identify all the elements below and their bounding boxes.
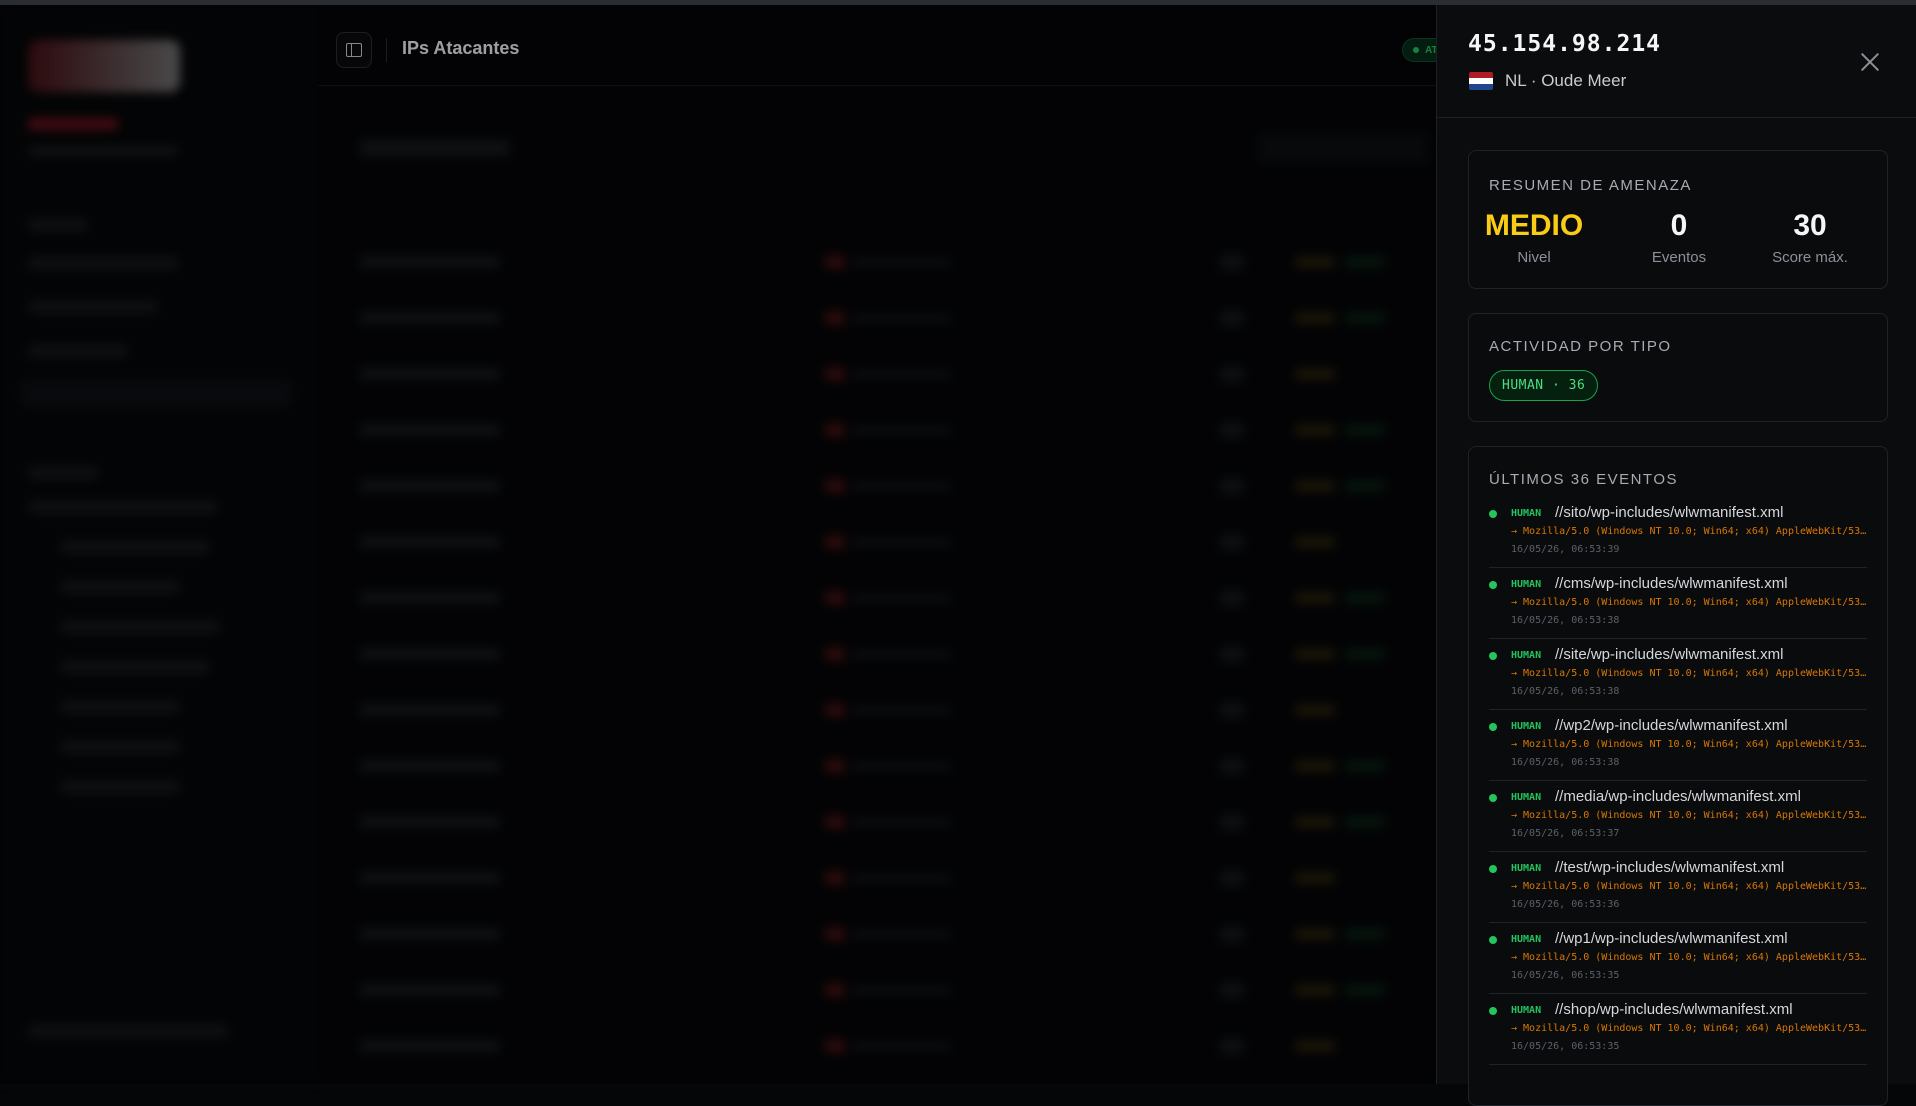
threat-level-stat: MEDIO Nivel xyxy=(1469,209,1599,266)
status-dot-icon xyxy=(1489,794,1497,802)
event-row[interactable]: HUMAN //wp2/wp-includes/wlwmanifest.xml → … xyxy=(1489,710,1867,781)
event-kind: HUMAN xyxy=(1511,1005,1542,1016)
location-text: NL · Oude Meer xyxy=(1505,71,1627,90)
modal-overlay[interactable] xyxy=(0,0,1436,1084)
drawer-header: 45.154.98.214 NL · Oude Meer xyxy=(1437,5,1916,118)
event-row[interactable]: HUMAN //sito/wp-includes/wlwmanifest.xml →… xyxy=(1489,497,1867,568)
ip-detail-drawer: 45.154.98.214 NL · Oude Meer RESUMEN DE … xyxy=(1436,5,1916,1106)
status-dot-icon xyxy=(1489,1007,1497,1015)
event-timestamp: 16/05/26, 06:53:39 xyxy=(1511,544,1620,555)
event-user-agent: → Mozilla/5.0 (Windows NT 10.0; Win64; x… xyxy=(1511,881,1867,892)
event-row[interactable]: HUMAN //media/wp-includes/wlwmanifest.xml… xyxy=(1489,781,1867,852)
event-kind: HUMAN xyxy=(1511,508,1542,519)
event-path: //shop/wp-includes/wlwmanifest.xml xyxy=(1555,1001,1793,1018)
event-row[interactable]: HUMAN //shop/wp-includes/wlwmanifest.xml →… xyxy=(1489,994,1867,1065)
event-user-agent: → Mozilla/5.0 (Windows NT 10.0; Win64; x… xyxy=(1511,597,1867,608)
ip-location: NL · Oude Meer xyxy=(1469,71,1626,91)
max-score-value: 30 xyxy=(1793,209,1827,242)
close-button[interactable] xyxy=(1855,47,1885,77)
event-kind: HUMAN xyxy=(1511,792,1542,803)
event-path: //sito/wp-includes/wlwmanifest.xml xyxy=(1555,504,1784,521)
event-kind: HUMAN xyxy=(1511,934,1542,945)
recent-events-title: ÚLTIMOS 36 EVENTOS xyxy=(1489,471,1678,488)
event-user-agent: → Mozilla/5.0 (Windows NT 10.0; Win64; x… xyxy=(1511,739,1867,750)
status-dot-icon xyxy=(1489,723,1497,731)
threat-summary-card: RESUMEN DE AMENAZA MEDIO Nivel 0 Eventos… xyxy=(1468,150,1888,289)
status-dot-icon xyxy=(1489,510,1497,518)
recent-events-card: ÚLTIMOS 36 EVENTOS HUMAN //sito/wp-includ… xyxy=(1468,446,1888,1106)
event-timestamp: 16/05/26, 06:53:38 xyxy=(1511,615,1620,626)
event-row[interactable]: HUMAN //wp1/wp-includes/wlwmanifest.xml → … xyxy=(1489,923,1867,994)
max-score-stat: 30 Score máx. xyxy=(1745,209,1875,266)
window-top-border xyxy=(0,0,1916,5)
threat-summary-title: RESUMEN DE AMENAZA xyxy=(1489,177,1692,194)
event-row[interactable]: HUMAN //test/wp-includes/wlwmanifest.xml →… xyxy=(1489,852,1867,923)
event-kind: HUMAN xyxy=(1511,579,1542,590)
event-path: //cms/wp-includes/wlwmanifest.xml xyxy=(1555,575,1788,592)
event-row[interactable]: HUMAN //cms/wp-includes/wlwmanifest.xml → … xyxy=(1489,568,1867,639)
event-path: //site/wp-includes/wlwmanifest.xml xyxy=(1555,646,1784,663)
event-timestamp: 16/05/26, 06:53:38 xyxy=(1511,686,1620,697)
event-kind: HUMAN xyxy=(1511,650,1542,661)
event-timestamp: 16/05/26, 06:53:35 xyxy=(1511,1041,1620,1052)
activity-type-pill[interactable]: HUMAN · 36 xyxy=(1489,370,1599,401)
event-row[interactable]: HUMAN //site/wp-includes/wlwmanifest.xml →… xyxy=(1489,639,1867,710)
events-count-label: Eventos xyxy=(1651,249,1707,266)
event-path: //media/wp-includes/wlwmanifest.xml xyxy=(1555,788,1801,805)
status-dot-icon xyxy=(1489,652,1497,660)
threat-level-value: MEDIO xyxy=(1484,209,1584,242)
event-user-agent: → Mozilla/5.0 (Windows NT 10.0; Win64; x… xyxy=(1511,1023,1867,1034)
event-path: //test/wp-includes/wlwmanifest.xml xyxy=(1555,859,1785,876)
event-timestamp: 16/05/26, 06:53:38 xyxy=(1511,757,1620,768)
status-dot-icon xyxy=(1489,865,1497,873)
event-kind: HUMAN xyxy=(1511,721,1542,732)
event-kind: HUMAN xyxy=(1511,863,1542,874)
event-path: //wp2/wp-includes/wlwmanifest.xml xyxy=(1555,717,1788,734)
close-icon xyxy=(1860,52,1880,72)
netherlands-flag-icon xyxy=(1469,72,1493,90)
event-path: //wp1/wp-includes/wlwmanifest.xml xyxy=(1555,930,1788,947)
max-score-label: Score máx. xyxy=(1772,249,1848,266)
activity-by-type-card: ACTIVIDAD POR TIPO HUMAN · 36 xyxy=(1468,313,1888,422)
status-dot-icon xyxy=(1489,581,1497,589)
event-user-agent: → Mozilla/5.0 (Windows NT 10.0; Win64; x… xyxy=(1511,526,1867,537)
events-count-stat: 0 Eventos xyxy=(1614,209,1744,266)
threat-level-label: Nivel xyxy=(1517,249,1551,266)
ip-address: 45.154.98.214 xyxy=(1468,31,1662,57)
activity-title: ACTIVIDAD POR TIPO xyxy=(1489,338,1672,355)
event-timestamp: 16/05/26, 06:53:37 xyxy=(1511,828,1620,839)
event-user-agent: → Mozilla/5.0 (Windows NT 10.0; Win64; x… xyxy=(1511,810,1867,821)
event-timestamp: 16/05/26, 06:53:36 xyxy=(1511,899,1620,910)
events-count-value: 0 xyxy=(1670,209,1688,242)
event-user-agent: → Mozilla/5.0 (Windows NT 10.0; Win64; x… xyxy=(1511,952,1867,963)
event-timestamp: 16/05/26, 06:53:35 xyxy=(1511,970,1620,981)
status-dot-icon xyxy=(1489,936,1497,944)
event-user-agent: → Mozilla/5.0 (Windows NT 10.0; Win64; x… xyxy=(1511,668,1867,679)
